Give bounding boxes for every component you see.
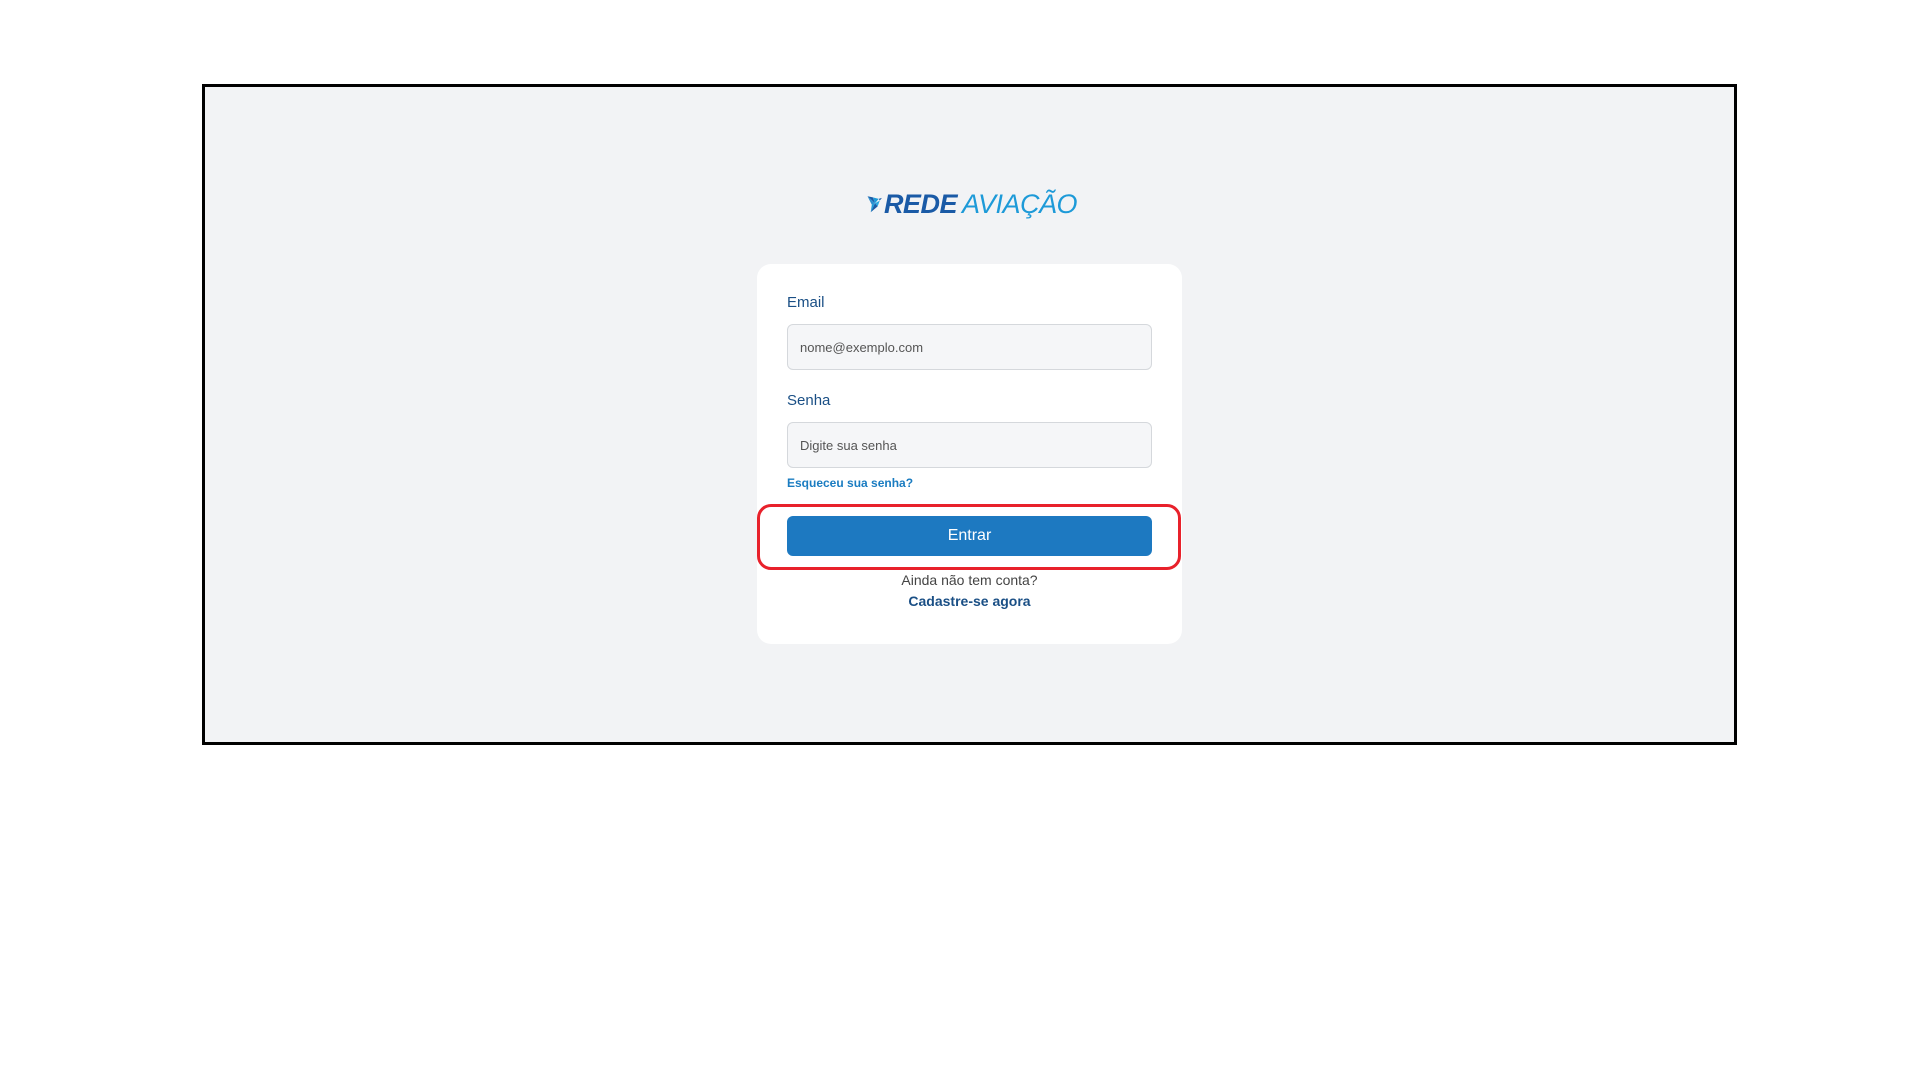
brand-wordmark: REDE AVIAÇÃO [883, 188, 1078, 220]
brand-name-strong: REDE [883, 188, 958, 219]
email-field[interactable] [787, 324, 1152, 370]
signup-link[interactable]: Cadastre-se agora [757, 593, 1182, 609]
bird-logo-icon [867, 196, 882, 213]
screenshot-frame: REDE AVIAÇÃO Email Senha Esqueceu sua se… [202, 84, 1737, 745]
brand-logo: REDE AVIAÇÃO [867, 169, 1078, 239]
login-button[interactable]: Entrar [787, 516, 1152, 556]
forgot-password-link[interactable]: Esqueceu sua senha? [787, 476, 913, 490]
signup-prompt: Ainda não tem conta? [901, 572, 1038, 588]
login-card: Email Senha Esqueceu sua senha? Entrar A… [757, 264, 1182, 644]
password-field[interactable] [787, 422, 1152, 468]
brand-name-light: AVIAÇÃO [961, 188, 1078, 219]
password-label: Senha [787, 392, 831, 409]
email-label: Email [787, 294, 825, 311]
